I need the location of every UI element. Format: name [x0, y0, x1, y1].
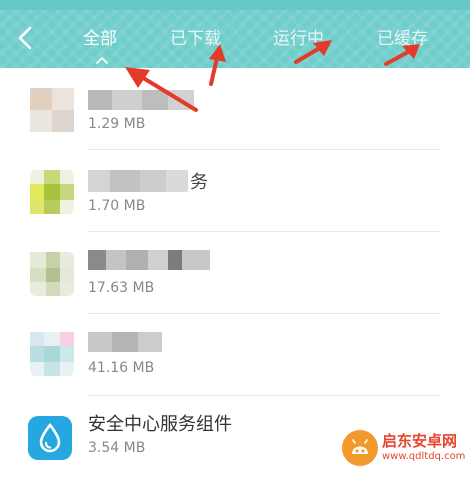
tab-all[interactable]: 全部 [83, 26, 117, 52]
app-size: 1.29 MB [88, 116, 146, 132]
app-icon [28, 416, 72, 460]
app-icon [30, 252, 74, 296]
app-name-partial: 务 [190, 172, 208, 193]
tab-downloaded[interactable]: 已下载 [170, 26, 221, 52]
obscured-app-name [88, 332, 162, 352]
list-item[interactable]: 务 1.70 MB [0, 150, 470, 232]
watermark: 启东安卓网 www.qdltdq.com [340, 428, 470, 469]
water-drop-icon [39, 422, 61, 453]
list-item[interactable]: 1.29 MB [0, 68, 470, 150]
chevron-left-icon[interactable] [14, 24, 38, 52]
tab-running[interactable]: 运行中 [273, 26, 324, 52]
app-list: 1.29 MB 务 1.70 MB 17.63 MB 41.16 MB 安全中心… [0, 68, 470, 478]
app-icon [30, 332, 74, 376]
watermark-title: 启东安卓网 [382, 432, 458, 450]
app-name: 安全中心服务组件 [88, 414, 232, 435]
obscured-app-name [88, 90, 194, 110]
app-size: 17.63 MB [88, 280, 155, 296]
app-size: 3.54 MB [88, 440, 146, 456]
status-bar [0, 0, 470, 10]
watermark-logo-icon [342, 430, 378, 466]
app-icon [30, 88, 74, 132]
app-size: 1.70 MB [88, 198, 146, 214]
app-icon [30, 170, 74, 214]
list-item[interactable]: 17.63 MB [0, 232, 470, 314]
watermark-url: www.qdltdq.com [382, 451, 466, 462]
app-header: 全部 已下载 运行中 已缓存 [0, 10, 470, 68]
active-tab-caret-icon [96, 57, 108, 64]
obscured-app-name [88, 170, 188, 192]
list-item[interactable]: 41.16 MB [0, 314, 470, 396]
tab-cached[interactable]: 已缓存 [377, 26, 428, 52]
app-size: 41.16 MB [88, 360, 155, 376]
obscured-app-name [88, 250, 210, 270]
